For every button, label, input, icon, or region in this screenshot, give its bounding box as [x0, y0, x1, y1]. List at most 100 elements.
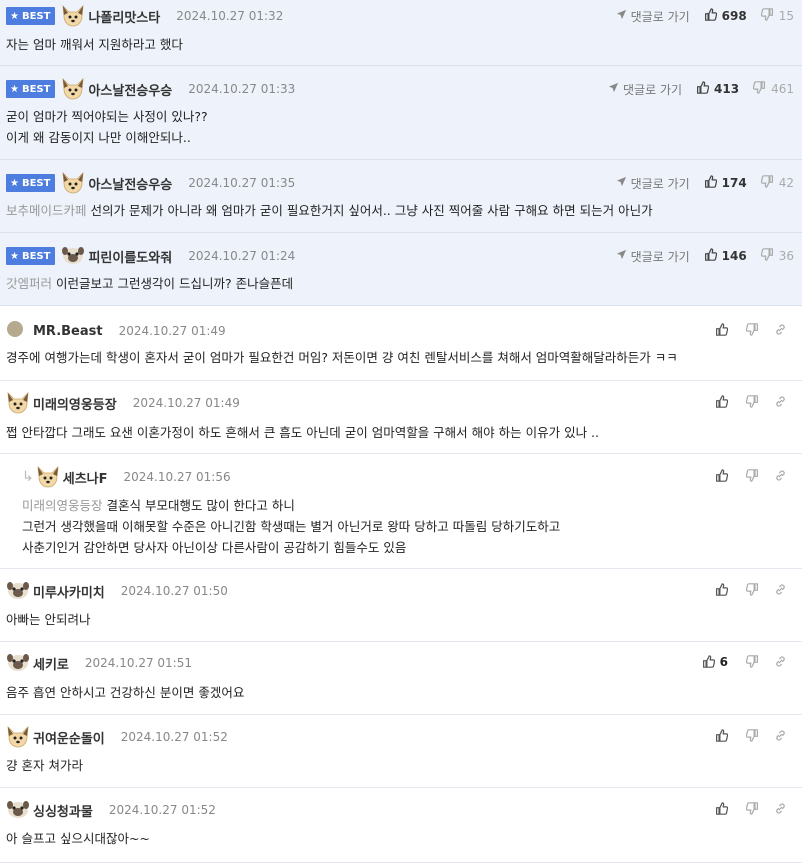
avatar[interactable] [36, 465, 60, 488]
comment: 세키로 2024.10.27 01:51 6 음주 흡연 안하시고 건강하신 분이면 … [0, 642, 802, 715]
goto-comment-link[interactable]: 댓글로 가기 [616, 8, 690, 25]
downvote-button[interactable] [738, 655, 766, 671]
comment-line: 걍 혼자 쳐가라 [6, 755, 792, 776]
link-button[interactable] [766, 655, 794, 671]
link-icon [774, 323, 787, 339]
avatar[interactable] [61, 245, 85, 267]
comment-line: 굳이 엄마가 찍어야되는 사정이 있나?? [6, 106, 792, 127]
goto-comment-link[interactable]: 댓글로 가기 [608, 81, 682, 98]
comment-header: ★ BEST 아스날전승우승 2024.10.27 01:33 [6, 77, 295, 100]
downvote-button[interactable] [738, 395, 766, 411]
goto-arrow-icon [616, 249, 631, 263]
comment-line: 보추메이드카페 선의가 문제가 아니라 왜 엄마가 굳이 필요한거지 싶어서.. … [6, 200, 792, 221]
nickname[interactable]: 나폴리맛스타 [88, 7, 160, 26]
downvote-button[interactable] [738, 802, 766, 818]
thumbs-up-icon [704, 8, 722, 24]
downvote-count: 461 [771, 82, 794, 96]
link-button[interactable] [766, 323, 794, 339]
nickname[interactable]: 세키로 [33, 654, 69, 673]
comment-body: 걍 혼자 쳐가라 [6, 755, 792, 776]
avatar[interactable] [61, 77, 85, 100]
best-badge-label: BEST [21, 177, 51, 189]
comment-actions: 댓글로 가기 698 15 [616, 6, 794, 26]
comment-body: 자는 엄마 깨워서 지원하라고 했다 [6, 34, 792, 55]
goto-label: 댓글로 가기 [630, 249, 690, 264]
comment-line: 사춘기인거 감안하면 당사자 아닌이상 다른사람이 공감하기 힘들수도 있음 [22, 537, 792, 558]
nickname[interactable]: 아스날전승우승 [88, 80, 172, 99]
nickname[interactable]: MR.Beast [33, 324, 103, 339]
avatar[interactable] [61, 4, 85, 27]
nickname[interactable]: 미래의영웅등장 [33, 394, 117, 413]
goto-comment-link[interactable]: 댓글로 가기 [616, 248, 690, 265]
comment-line: 경주에 여행가는데 학생이 혼자서 굳이 엄마가 필요한건 머임? 저돈이면 걍… [6, 347, 792, 368]
downvote-button[interactable] [738, 469, 766, 485]
nickname[interactable]: 아스날전승우승 [88, 174, 172, 193]
nickname[interactable]: 세츠나F [63, 468, 108, 487]
nickname[interactable]: 싱싱청과물 [33, 801, 93, 820]
avatar[interactable] [6, 652, 30, 674]
comment-header: 미루사카미치 2024.10.27 01:50 [6, 580, 228, 602]
nickname[interactable]: 귀여운순돌이 [33, 728, 105, 747]
link-button[interactable] [766, 395, 794, 411]
comment-body: 보추메이드카페 선의가 문제가 아니라 왜 엄마가 굳이 필요한거지 싶어서.. … [6, 200, 792, 221]
upvote-button[interactable] [715, 729, 729, 745]
best-badge: ★ BEST [6, 174, 56, 192]
timestamp: 2024.10.27 01:56 [123, 470, 231, 484]
goto-arrow-icon [616, 9, 631, 23]
timestamp: 2024.10.27 01:49 [118, 324, 226, 338]
link-button[interactable] [766, 729, 794, 745]
timestamp: 2024.10.27 01:52 [108, 803, 216, 817]
upvote-button[interactable] [715, 802, 729, 818]
downvote-button[interactable] [738, 583, 766, 599]
mention[interactable]: 보추메이드카페 [6, 203, 87, 218]
downvote-button[interactable]: 15 [760, 8, 794, 24]
upvote-button[interactable]: 6 [702, 655, 728, 671]
upvote-button[interactable]: 698 [704, 8, 747, 24]
avatar[interactable] [6, 391, 30, 414]
link-icon [774, 729, 787, 745]
upvote-count: 146 [721, 249, 747, 263]
mention[interactable]: 갓엠퍼러 [6, 276, 52, 291]
comment-actions: 6 [702, 653, 794, 673]
link-icon [774, 469, 787, 485]
avatar[interactable] [6, 320, 30, 342]
mention[interactable]: 미래의영웅등장 [22, 498, 103, 513]
avatar[interactable] [6, 799, 30, 821]
downvote-button[interactable] [738, 323, 766, 339]
comment-line: 미래의영웅등장 결혼식 부모대행도 많이 한다고 하니 [22, 495, 792, 516]
comment-header: 싱싱청과물 2024.10.27 01:52 [6, 799, 216, 821]
thumbs-down-icon [745, 802, 759, 818]
upvote-button[interactable]: 174 [704, 175, 747, 191]
comment-text: 굳이 엄마가 찍어야되는 사정이 있나?? [6, 109, 208, 124]
upvote-button[interactable] [715, 323, 729, 339]
thumbs-up-icon [715, 802, 729, 818]
upvote-button[interactable]: 146 [704, 248, 747, 264]
comment-actions [715, 581, 794, 601]
comment-body: 아 슬프고 싶으시대잖아~~ [6, 828, 792, 849]
comment-text: 이게 왜 감동이지 나만 이해안되나.. [6, 130, 191, 145]
link-button[interactable] [766, 469, 794, 485]
link-button[interactable] [766, 802, 794, 818]
comment-line: 그런거 생각했을때 이해못할 수준은 아니긴함 학생때는 별거 아닌거로 왕따 … [22, 516, 792, 537]
nickname[interactable]: 미루사카미치 [33, 582, 105, 601]
upvote-button[interactable]: 413 [696, 81, 739, 97]
nickname[interactable]: 피린이를도와줘 [88, 247, 172, 266]
downvote-button[interactable] [738, 729, 766, 745]
link-button[interactable] [766, 583, 794, 599]
downvote-button[interactable]: 42 [760, 175, 794, 191]
avatar[interactable] [6, 580, 30, 602]
best-badge-label: BEST [21, 10, 51, 22]
comment: 귀여운순돌이 2024.10.27 01:52 걍 혼자 쳐가라 [0, 715, 802, 788]
comment-body: 미래의영웅등장 결혼식 부모대행도 많이 한다고 하니 그런거 생각했을때 이해못할… [22, 495, 792, 558]
comment-line: 자는 엄마 깨워서 지원하라고 했다 [6, 34, 792, 55]
upvote-button[interactable] [715, 583, 729, 599]
comment-header: ★ BEST 나폴리맛스타 2024.10.27 01:32 [6, 4, 283, 27]
avatar[interactable] [61, 171, 85, 194]
avatar[interactable] [6, 725, 30, 748]
downvote-button[interactable]: 36 [760, 248, 794, 264]
goto-comment-link[interactable]: 댓글로 가기 [616, 175, 690, 192]
upvote-button[interactable] [715, 469, 729, 485]
upvote-button[interactable] [715, 395, 729, 411]
downvote-button[interactable]: 461 [752, 81, 794, 97]
comment-body: 쩝 안타깝다 그래도 요샌 이혼가정이 하도 흔해서 큰 흠도 아닌데 굳이 엄… [6, 422, 792, 443]
